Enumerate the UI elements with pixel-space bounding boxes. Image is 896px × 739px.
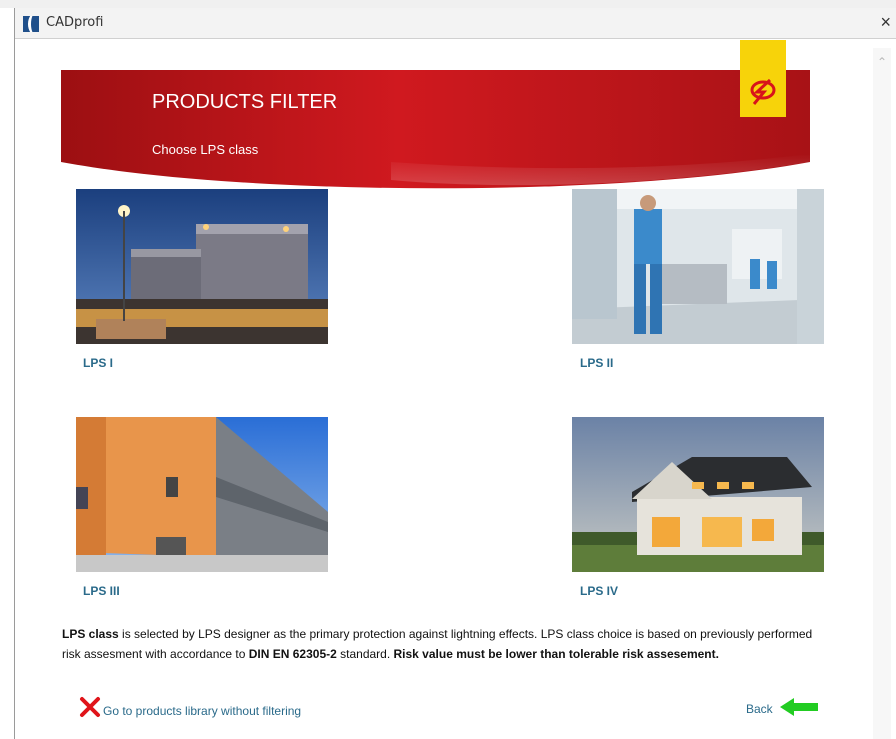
back-label[interactable]: Back <box>746 702 773 716</box>
desc-term-lps-class: LPS class <box>62 627 119 641</box>
banner-background <box>61 70 810 189</box>
lightning-protection-logo-icon <box>740 40 786 117</box>
lps-description: LPS class is selected by LPS designer as… <box>62 624 822 664</box>
desc-standard: DIN EN 62305-2 <box>248 647 337 661</box>
back-button[interactable]: Back <box>746 698 818 718</box>
green-left-arrow-icon <box>780 698 818 716</box>
lps-1-label[interactable]: LPS I <box>83 356 113 370</box>
tile-lps-1[interactable] <box>76 189 328 344</box>
cadprofi-icon <box>23 16 39 32</box>
desc-risk-note: Risk value must be lower than tolerable … <box>393 647 719 661</box>
close-button[interactable]: × <box>880 12 891 32</box>
products-filter-banner: PRODUCTS FILTER Choose LPS class <box>61 62 810 192</box>
top-strip <box>0 0 896 8</box>
tile-lps-4[interactable] <box>572 417 824 572</box>
tile-lps-3[interactable] <box>76 417 328 572</box>
page-title: PRODUCTS FILTER <box>152 91 338 113</box>
tile-lps-2[interactable] <box>572 189 824 344</box>
lps-2-label[interactable]: LPS II <box>580 356 613 370</box>
lps-4-label[interactable]: LPS IV <box>580 584 618 598</box>
page-subtitle: Choose LPS class <box>152 142 259 157</box>
vertical-scrollbar[interactable]: ⌃ <box>873 48 891 739</box>
desc-text-2: standard. <box>336 647 394 661</box>
lps-3-label[interactable]: LPS III <box>83 584 120 598</box>
red-x-icon <box>80 697 100 717</box>
window-title: CADprofi <box>46 15 104 30</box>
scroll-up-icon[interactable]: ⌃ <box>876 56 888 68</box>
go-without-filtering-label[interactable]: Go to products library without filtering <box>103 704 301 718</box>
title-bar: CADprofi × <box>15 8 896 39</box>
